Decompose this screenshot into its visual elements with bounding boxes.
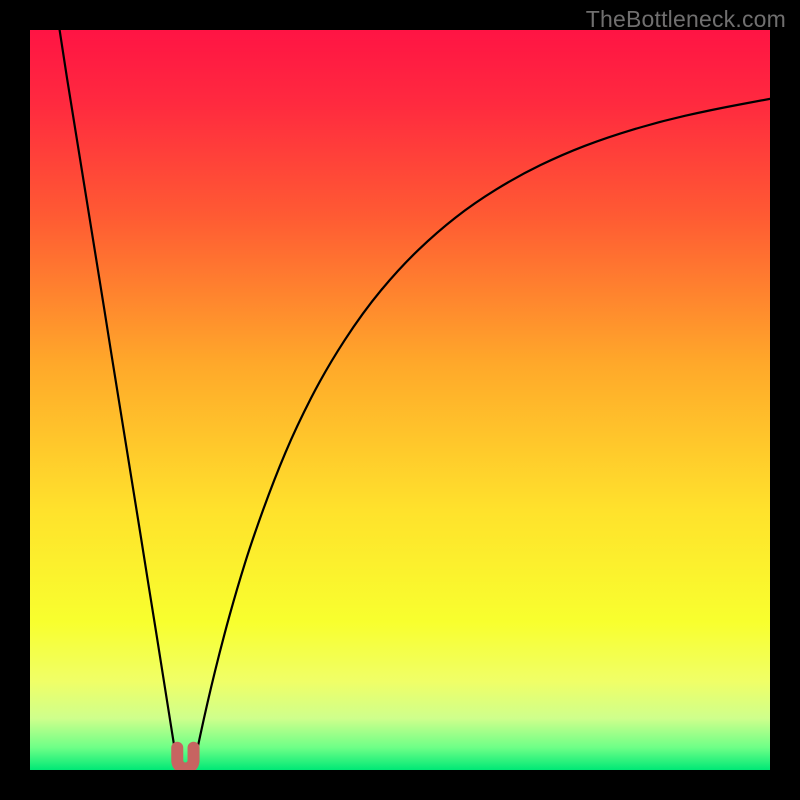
bottleneck-chart [30,30,770,770]
watermark-text: TheBottleneck.com [586,6,786,33]
chart-frame: TheBottleneck.com [0,0,800,800]
chart-background [30,30,770,770]
